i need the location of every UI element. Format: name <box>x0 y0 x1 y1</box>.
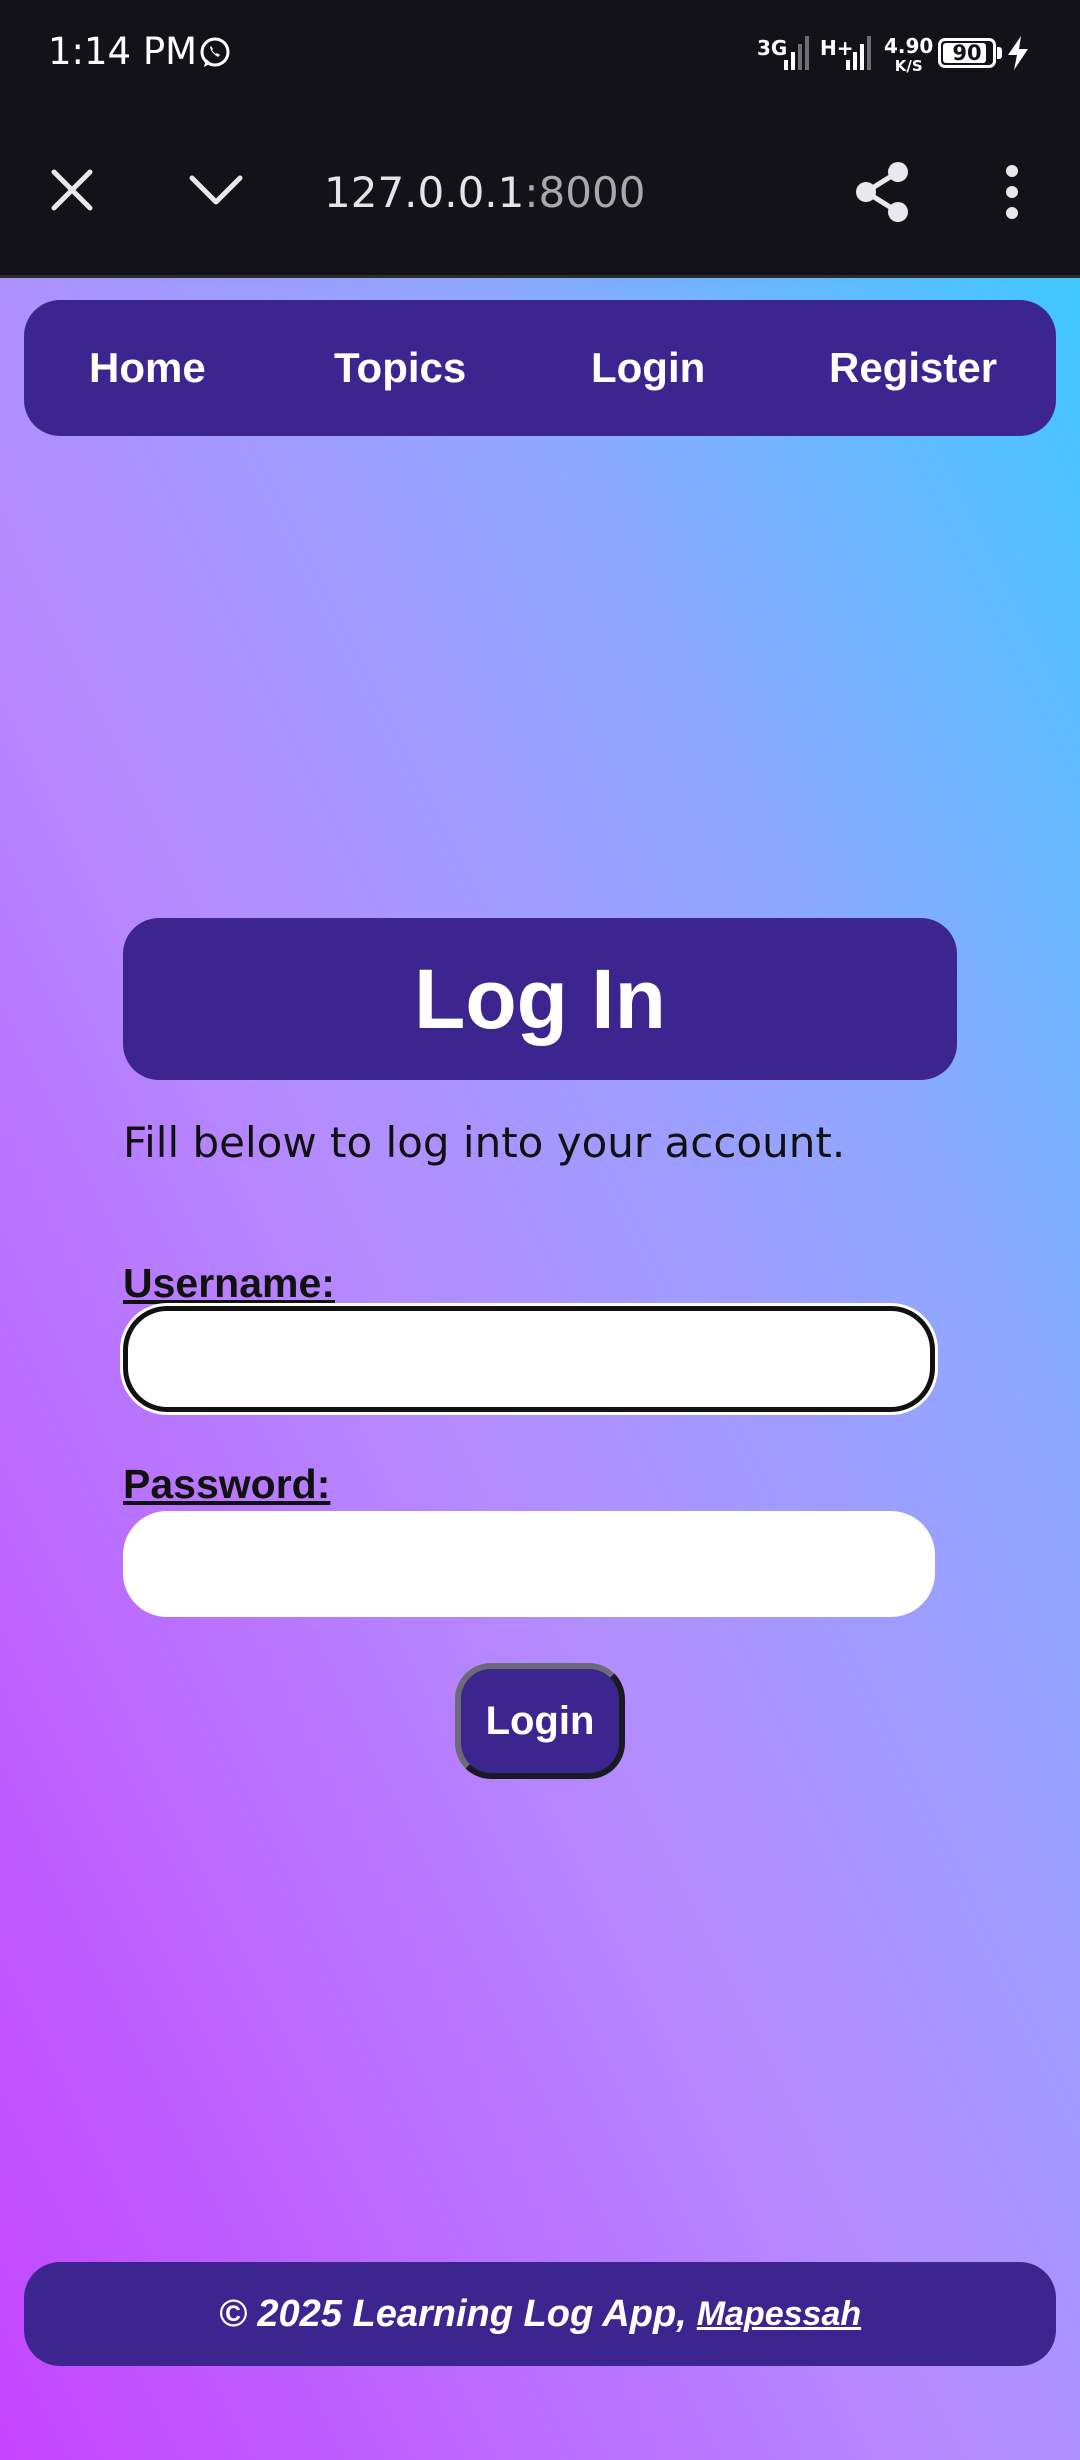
menu-button[interactable] <box>976 156 1048 228</box>
page-title: Log In <box>414 951 666 1046</box>
network-type-1: 3G <box>757 36 788 60</box>
browser-toolbar: 127.0.0.1:8000 <box>0 110 1080 278</box>
nav-topics[interactable]: Topics <box>334 300 466 436</box>
status-time: 1:14 PM <box>48 30 198 73</box>
network-speed: 4.90 K/S <box>884 36 933 76</box>
battery-level: 90 <box>952 41 982 65</box>
more-vert-icon <box>1006 165 1018 219</box>
share-icon <box>856 162 908 222</box>
footer: © 2025 Learning Log App, Mapessah <box>24 2262 1056 2366</box>
nav-register[interactable]: Register <box>829 300 997 436</box>
nav-home[interactable]: Home <box>89 300 206 436</box>
url-port: :8000 <box>524 168 646 217</box>
close-icon <box>51 169 93 211</box>
chevron-down-icon <box>189 175 243 205</box>
nav-login[interactable]: Login <box>591 300 705 436</box>
speed-unit: K/S <box>894 57 923 75</box>
speed-value: 4.90 <box>884 34 934 58</box>
password-label: Password: <box>123 1461 331 1507</box>
signal-icon-1 <box>784 36 809 70</box>
page-subtitle: Fill below to log into your account. <box>123 1118 846 1167</box>
url-bar[interactable]: 127.0.0.1:8000 <box>324 168 645 217</box>
web-page: Home Topics Login Register Log In Fill b… <box>0 278 1080 2460</box>
signal-icon-2 <box>846 36 871 70</box>
minimize-button[interactable] <box>180 154 252 226</box>
footer-text: © 2025 Learning Log App, <box>218 2292 687 2335</box>
status-bar: 1:14 PM 3G H+ 4.90 K/S 90 <box>0 0 1080 110</box>
url-host: 127.0.0.1 <box>324 168 525 217</box>
password-input[interactable] <box>123 1511 935 1617</box>
page-title-box: Log In <box>123 918 957 1080</box>
close-tab-button[interactable] <box>36 154 108 226</box>
battery-icon: 90 <box>938 38 996 68</box>
whatsapp-icon <box>200 37 230 67</box>
username-input[interactable] <box>123 1306 935 1412</box>
footer-author-link[interactable]: Mapessah <box>697 2295 861 2334</box>
bolt-icon <box>1008 36 1028 70</box>
share-button[interactable] <box>846 156 918 228</box>
username-label: Username: <box>123 1260 335 1306</box>
login-submit-button[interactable]: Login <box>455 1663 625 1779</box>
nav-bar: Home Topics Login Register <box>24 300 1056 436</box>
battery-nub <box>997 47 1002 59</box>
